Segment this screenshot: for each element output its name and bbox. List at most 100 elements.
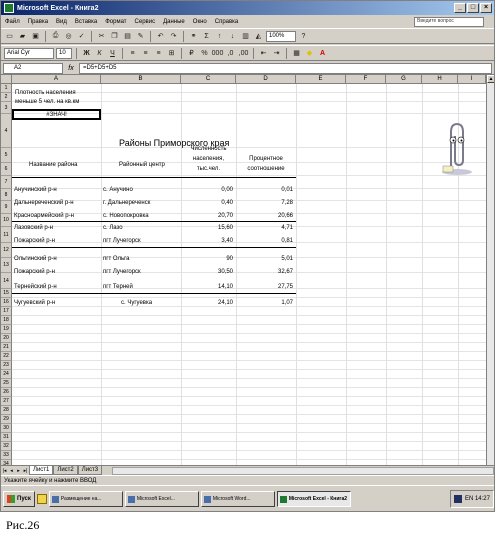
- header-population[interactable]: тыс.чел.: [181, 165, 236, 173]
- tab-sheet1[interactable]: Лист1: [29, 466, 54, 475]
- cell-share[interactable]: 20,66: [236, 212, 293, 220]
- row-header[interactable]: 5: [1, 148, 12, 163]
- menu-format[interactable]: Формат: [101, 19, 130, 25]
- taskbar-item[interactable]: Microsoft Word...: [200, 491, 275, 507]
- print-preview-icon[interactable]: ◎: [63, 31, 74, 42]
- menu-window[interactable]: Окно: [189, 19, 211, 25]
- cell-district[interactable]: Дальнереченский р-н: [14, 199, 74, 207]
- decrease-decimal-icon[interactable]: ,00: [238, 48, 249, 59]
- row-header[interactable]: 29: [1, 415, 12, 424]
- header-center[interactable]: Районный центр: [119, 161, 165, 169]
- cell-district[interactable]: Чугуевский р-н: [14, 299, 55, 307]
- start-button[interactable]: Пуск: [3, 491, 35, 507]
- cell-center[interactable]: пгт Терней: [103, 283, 133, 291]
- row-header[interactable]: 19: [1, 325, 12, 334]
- undo-icon[interactable]: ↶: [155, 31, 166, 42]
- print-icon[interactable]: ⎙: [50, 31, 61, 42]
- cell-population[interactable]: 14,10: [181, 283, 233, 291]
- cell-center[interactable]: с. Анучино: [103, 186, 133, 194]
- cell-district[interactable]: Анучинский р-н: [14, 186, 57, 194]
- header-share[interactable]: Процентное: [236, 155, 296, 163]
- drawing-icon[interactable]: ◭: [253, 31, 264, 42]
- menu-data[interactable]: Данные: [159, 19, 189, 25]
- prev-sheet-icon[interactable]: ◂: [8, 468, 15, 474]
- network-icon[interactable]: [453, 495, 462, 503]
- row-header[interactable]: 2: [1, 93, 12, 102]
- cell-share[interactable]: 32,67: [236, 268, 293, 276]
- header-share[interactable]: соотношение: [236, 165, 296, 173]
- column-header[interactable]: F: [346, 75, 386, 84]
- cell-center[interactable]: с. Чугуевка: [121, 299, 152, 307]
- cell-share[interactable]: 0,81: [236, 237, 293, 245]
- formula-input[interactable]: =D5+D5+D5: [79, 62, 492, 74]
- save-icon[interactable]: ▣: [30, 31, 41, 42]
- row-header[interactable]: 24: [1, 370, 12, 379]
- taskbar-item[interactable]: Microsoft Excel...: [124, 491, 199, 507]
- cell-note-line1[interactable]: Плотность населения: [15, 89, 76, 97]
- cell-share[interactable]: 0,01: [236, 186, 293, 194]
- currency-icon[interactable]: ₽: [186, 48, 197, 59]
- cell-district[interactable]: Ольгинский р-н: [14, 255, 57, 263]
- column-header[interactable]: E: [296, 75, 346, 84]
- menu-file[interactable]: Файл: [1, 19, 24, 25]
- cell-district[interactable]: Красноармейский р-н: [14, 212, 74, 220]
- horizontal-scrollbar[interactable]: [112, 466, 494, 475]
- last-sheet-icon[interactable]: ▸|: [22, 468, 29, 474]
- header-population[interactable]: населения,: [181, 155, 236, 163]
- row-header[interactable]: 31: [1, 433, 12, 442]
- menu-help[interactable]: Справка: [211, 19, 243, 25]
- select-all-corner[interactable]: [1, 75, 12, 84]
- cut-icon[interactable]: ✂: [96, 31, 107, 42]
- header-district[interactable]: Название района: [29, 161, 78, 169]
- row-header[interactable]: 14: [1, 273, 12, 289]
- new-document-icon[interactable]: ▭: [4, 31, 15, 42]
- cell-center[interactable]: пгт Лучегорск: [103, 237, 141, 245]
- column-header[interactable]: G: [386, 75, 422, 84]
- italic-icon[interactable]: К: [94, 48, 105, 59]
- taskbar-item-active[interactable]: Microsoft Excel - Книга2: [276, 491, 351, 507]
- cell-center[interactable]: пгт Лучегорск: [103, 268, 141, 276]
- sort-ascending-icon[interactable]: ↑: [214, 31, 225, 42]
- row-header[interactable]: 8: [1, 189, 12, 201]
- redo-icon[interactable]: ↷: [168, 31, 179, 42]
- cell-center[interactable]: г. Дальнереченск: [103, 199, 150, 207]
- cell-share[interactable]: 4,71: [236, 224, 293, 232]
- cell-population[interactable]: 24,10: [181, 299, 233, 307]
- column-header[interactable]: A: [12, 75, 101, 84]
- copy-icon[interactable]: ❐: [109, 31, 120, 42]
- column-header[interactable]: H: [422, 75, 458, 84]
- column-header[interactable]: C: [181, 75, 236, 84]
- row-header[interactable]: 16: [1, 298, 12, 307]
- column-header[interactable]: B: [101, 75, 181, 84]
- row-header[interactable]: 26: [1, 388, 12, 397]
- row-header[interactable]: 7: [1, 176, 12, 189]
- cell-population[interactable]: 20,70: [181, 212, 233, 220]
- chart-wizard-icon[interactable]: ▥: [240, 31, 251, 42]
- row-header[interactable]: 4: [1, 114, 12, 148]
- cell-district[interactable]: Пожарский р-н: [14, 268, 55, 276]
- cell-share[interactable]: 5,01: [236, 255, 293, 263]
- cell-share[interactable]: 1,07: [236, 299, 293, 307]
- maximize-icon[interactable]: □: [467, 3, 479, 13]
- next-sheet-icon[interactable]: ▸: [15, 468, 22, 474]
- align-left-icon[interactable]: ≡: [127, 48, 138, 59]
- cell-population[interactable]: 0,40: [181, 199, 233, 207]
- hyperlink-icon[interactable]: ⚭: [188, 31, 199, 42]
- row-header[interactable]: 28: [1, 406, 12, 415]
- format-painter-icon[interactable]: ✎: [135, 31, 146, 42]
- cell-population[interactable]: 0,00: [181, 186, 233, 194]
- percent-icon[interactable]: %: [199, 48, 210, 59]
- font-color-icon[interactable]: A: [317, 48, 328, 59]
- open-folder-icon[interactable]: ▰: [17, 31, 28, 42]
- column-header[interactable]: D: [236, 75, 296, 84]
- insert-function-icon[interactable]: fx: [63, 65, 79, 72]
- cell-district[interactable]: Тернейский р-н: [14, 283, 57, 291]
- column-header[interactable]: I: [458, 75, 486, 84]
- first-sheet-icon[interactable]: |◂: [1, 468, 8, 474]
- underline-icon[interactable]: Ч: [107, 48, 118, 59]
- autosum-icon[interactable]: Σ: [201, 31, 212, 42]
- row-header[interactable]: 33: [1, 451, 12, 460]
- increase-decimal-icon[interactable]: ,0: [225, 48, 236, 59]
- row-header[interactable]: 11: [1, 227, 12, 243]
- zoom-combo[interactable]: 100%: [266, 30, 296, 42]
